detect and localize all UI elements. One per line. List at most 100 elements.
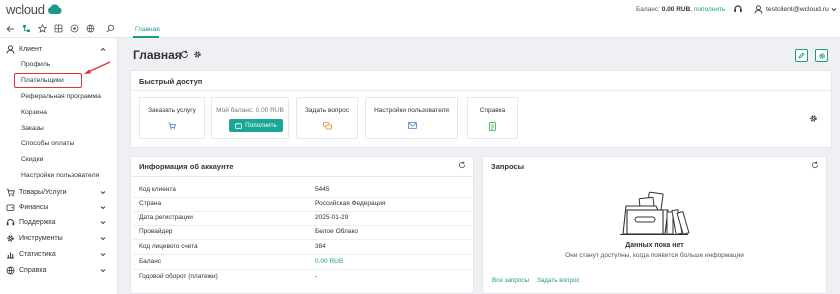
- sidebar-group-finance[interactable]: Финансы: [0, 200, 118, 215]
- sidebar-group-products[interactable]: Товары/Услуги: [0, 185, 118, 200]
- wallet-icon: [6, 204, 15, 211]
- quick-card-order-service[interactable]: Заказать услугу: [139, 97, 205, 139]
- chevron-down-icon: [100, 206, 106, 210]
- sidebar-item-referral[interactable]: Реферальная программа: [21, 93, 101, 100]
- logo-text: wcloud: [6, 2, 45, 17]
- quick-card-label: Справка: [479, 107, 506, 114]
- edit-button[interactable]: [795, 49, 808, 62]
- info-row-registration-date: Дата регистрации 2025-01-29: [139, 211, 469, 225]
- refresh-icon[interactable]: [180, 50, 189, 59]
- wallet-icon: [235, 122, 243, 129]
- balance-info: Баланс: 0.00 RUB, пополнить: [636, 6, 726, 13]
- info-key: Дата регистрации: [139, 214, 193, 221]
- sidebar-item-discounts[interactable]: Скидки: [21, 156, 43, 163]
- info-key: Баланс: [139, 258, 162, 265]
- sidebar-group-tools[interactable]: Инструменты: [0, 231, 118, 246]
- info-row-country: Страна Российская Федерация: [139, 197, 469, 211]
- quick-card-help[interactable]: Справка: [467, 97, 518, 139]
- user-email: testclient@wcloud.ru: [766, 6, 829, 13]
- search-icon[interactable]: [106, 24, 115, 33]
- sitemap-icon[interactable]: [22, 24, 31, 33]
- info-value: -: [315, 273, 318, 280]
- sidebar-group-help[interactable]: Справка: [0, 263, 118, 278]
- chevron-down-icon: [100, 237, 106, 241]
- back-arrow-icon[interactable]: [6, 25, 15, 33]
- settings-circle-icon[interactable]: [70, 24, 79, 33]
- refresh-icon[interactable]: [811, 161, 819, 169]
- balance-label: Баланс:: [636, 6, 660, 13]
- info-row-account-code: Код лицевого счета 384: [139, 240, 469, 254]
- gear-icon: [7, 235, 14, 242]
- user-icon: [6, 45, 15, 54]
- quick-card-label: Настройки пользователя: [374, 107, 449, 114]
- info-value: 5445: [315, 186, 330, 193]
- tab-home[interactable]: Главная: [135, 26, 160, 33]
- chevron-down-icon: [831, 8, 837, 12]
- panel-divider: [131, 90, 831, 91]
- sidebar-item-cart[interactable]: Корзина: [21, 109, 47, 116]
- document-icon: [488, 122, 496, 131]
- user-menu[interactable]: testclient@wcloud.ru: [754, 5, 837, 14]
- sidebar-group-statistics[interactable]: Статистика: [0, 247, 118, 262]
- sidebar-group-label: Поддержка: [19, 219, 56, 226]
- info-value: 384: [315, 243, 326, 250]
- info-value: Белое Облако: [315, 228, 358, 235]
- logo[interactable]: wcloud: [6, 2, 62, 17]
- settings-button[interactable]: [815, 49, 828, 62]
- info-value: 2025-01-29: [315, 214, 349, 221]
- mail-icon: [407, 122, 417, 129]
- sidebar-group-client[interactable]: Клиент: [0, 42, 118, 57]
- sidebar-group-label: Клиент: [19, 46, 43, 53]
- info-key: Страна: [139, 200, 162, 207]
- sidebar-group-label: Справка: [19, 267, 47, 274]
- topup-link[interactable]: пополнить: [694, 6, 726, 13]
- info-key: Годовой оборот (платежи): [139, 273, 218, 280]
- user-icon: [754, 5, 763, 14]
- quick-card-ask-question[interactable]: Задать вопрос: [296, 97, 358, 139]
- cart-icon: [6, 188, 15, 197]
- empty-state-subtitle: Они станут доступны, когда появится боль…: [565, 252, 744, 259]
- quick-card-user-settings[interactable]: Настройки пользователя: [365, 97, 458, 139]
- gear-icon[interactable]: [809, 114, 818, 123]
- ask-question-link[interactable]: Задать вопрос: [537, 277, 580, 284]
- info-row-provider: Провайдер Белое Облако: [139, 225, 469, 239]
- panel-title: Запросы: [491, 162, 525, 171]
- chevron-up-icon: [100, 47, 106, 51]
- empty-folder-illustration: [620, 191, 690, 236]
- toolbar: [0, 20, 840, 38]
- panel-title: Быстрый доступ: [139, 77, 203, 86]
- cart-icon: [168, 122, 176, 130]
- sidebar-item-profile[interactable]: Профиль: [21, 61, 50, 68]
- chevron-down-icon: [100, 269, 106, 273]
- balance-link[interactable]: 0.00 RUB: [315, 258, 343, 265]
- gear-icon[interactable]: [193, 50, 202, 59]
- sidebar-item-payment-methods[interactable]: Способы оплаты: [21, 140, 74, 147]
- annotation-arrow: [84, 61, 111, 74]
- all-requests-link[interactable]: Все запросы: [492, 277, 529, 284]
- page-title: Главная: [133, 48, 182, 62]
- chevron-down-icon: [100, 253, 106, 257]
- sidebar-item-orders[interactable]: Заказы: [21, 125, 44, 132]
- sidebar-group-label: Финансы: [19, 204, 49, 211]
- gear-icon: [818, 52, 825, 59]
- info-row-balance: Баланс 0.00 RUB: [139, 255, 469, 269]
- quick-card-label: Задать вопрос: [305, 107, 349, 114]
- refresh-icon[interactable]: [458, 161, 466, 169]
- empty-state-title: Данных пока нет: [625, 242, 684, 249]
- sidebar-group-label: Товары/Услуги: [19, 189, 67, 196]
- chevron-down-icon: [100, 191, 106, 195]
- globe-icon[interactable]: [86, 24, 95, 33]
- balance-value: 0.00 RUB: [661, 6, 691, 13]
- sidebar-item-user-settings[interactable]: Настройки пользователя: [21, 172, 99, 179]
- info-row-annual-turnover: Годовой оборот (платежи) -: [139, 270, 469, 284]
- headset-icon[interactable]: [733, 4, 743, 14]
- tool-icons: [6, 24, 115, 33]
- tab-active-indicator: [133, 36, 159, 38]
- sidebar-group-label: Инструменты: [19, 235, 63, 242]
- info-value: Российская Федерация: [315, 200, 386, 207]
- sidebar-group-support[interactable]: Поддержка: [0, 215, 118, 230]
- topup-button[interactable]: Пополнить: [229, 119, 283, 132]
- quick-card-balance: Мой баланс: 0.00 RUB Пополнить: [211, 97, 289, 139]
- grid-icon[interactable]: [54, 24, 63, 33]
- star-icon[interactable]: [38, 24, 47, 33]
